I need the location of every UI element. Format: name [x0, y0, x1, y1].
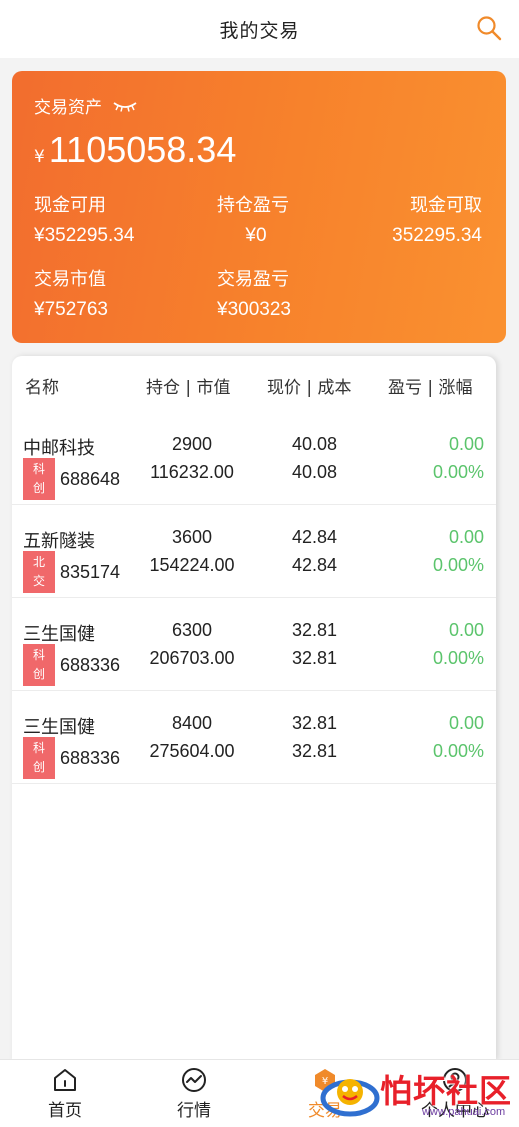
market-value: 275604.00 — [149, 741, 235, 761]
eye-closed-icon[interactable] — [112, 99, 138, 113]
table-row[interactable]: 中邮科技 科创 688648 2900 116232.00 40.08 40.0… — [12, 412, 496, 505]
holding-pl-label: 持仓盈亏 — [217, 195, 289, 216]
cash-available: 现金可用 ¥352295.34 — [34, 191, 134, 247]
cash-available-label: 现金可用 — [34, 195, 106, 216]
watermark-logo-icon — [320, 1079, 380, 1117]
tab-market[interactable]: 行情 — [144, 1066, 244, 1121]
cash-withdrawable: 现金可取 352295.34 — [392, 191, 482, 247]
market-value-value: ¥752763 — [34, 299, 108, 320]
change-percent: 0.00% — [432, 648, 484, 668]
holdings-panel: 名称 持仓 | 市值 现价 | 成本 盈亏 | 涨幅 中邮科技 科创 68864… — [12, 356, 496, 1060]
page-title: 我的交易 — [219, 19, 300, 42]
cost-price: 42.84 — [291, 555, 338, 575]
stock-name: 五新隧装 — [23, 531, 95, 552]
stock-name: 三生国健 — [23, 624, 95, 645]
stock-name: 中邮科技 — [23, 438, 95, 459]
total-assets: ¥ 1105058.34 — [34, 129, 236, 171]
asset-label: 交易资产 — [34, 98, 102, 118]
header-position: 持仓 | 市值 — [146, 378, 231, 398]
holding-pl-value: ¥0 — [245, 225, 267, 246]
trade-pl: 交易盈亏 ¥300323 — [217, 265, 291, 321]
cash-available-value: ¥352295.34 — [34, 225, 135, 246]
market-value-label: 交易市值 — [34, 269, 106, 290]
trade-pl-label: 交易盈亏 — [217, 269, 289, 290]
asset-label-row: 交易资产 — [34, 93, 138, 118]
watermark-url: www.pahuai.com — [422, 1106, 506, 1118]
table-row[interactable]: 三生国健 科创 688336 8400 275604.00 32.81 32.8… — [12, 691, 496, 784]
holding-pl: 持仓盈亏 ¥0 — [217, 191, 289, 247]
search-icon[interactable] — [475, 14, 503, 42]
current-price: 32.81 — [291, 713, 338, 733]
market-value: 206703.00 — [149, 648, 235, 668]
change-percent: 0.00% — [432, 462, 484, 482]
board-tag: 科创 — [23, 644, 55, 686]
home-icon — [54, 1069, 76, 1091]
market-value: 154224.00 — [149, 555, 235, 575]
profit-loss: 0.00 — [448, 713, 484, 733]
shares: 3600 — [171, 527, 213, 547]
profit-loss: 0.00 — [448, 527, 484, 547]
top-bar: 我的交易 — [0, 0, 519, 58]
table-row[interactable]: 三生国健 科创 688336 6300 206703.00 32.81 32.8… — [12, 598, 496, 691]
board-tag: 科创 — [23, 737, 55, 779]
stock-code: 688336 — [60, 655, 121, 675]
site-watermark: 怕坏社区 www.pahuai.com — [318, 1062, 518, 1124]
header-price: 现价 | 成本 — [267, 378, 352, 398]
stock-code: 835174 — [60, 562, 121, 582]
currency-symbol: ¥ — [34, 147, 45, 167]
header-pl: 盈亏 | 涨幅 — [388, 378, 473, 398]
current-price: 42.84 — [291, 527, 338, 547]
cost-price: 32.81 — [291, 741, 338, 761]
stock-name: 三生国健 — [23, 717, 95, 738]
market-value: 116232.00 — [150, 462, 234, 482]
market-value: 交易市值 ¥752763 — [34, 265, 108, 321]
shares: 6300 — [171, 620, 213, 640]
cost-price: 40.08 — [291, 462, 338, 482]
tab-home[interactable]: 首页 — [15, 1066, 115, 1121]
table-header: 名称 持仓 | 市值 现价 | 成本 盈亏 | 涨幅 — [12, 356, 496, 412]
tab-market-label: 行情 — [177, 1101, 211, 1121]
cost-price: 32.81 — [291, 648, 338, 668]
header-name: 名称 — [25, 378, 59, 398]
profit-loss: 0.00 — [448, 434, 484, 454]
current-price: 32.81 — [291, 620, 338, 640]
stock-code: 688648 — [60, 469, 121, 489]
trade-pl-value: ¥300323 — [217, 299, 291, 320]
asset-summary-card: 交易资产 ¥ 1105058.34 现金可用 ¥352295.34 持仓盈亏 ¥… — [12, 71, 506, 343]
current-price: 40.08 — [291, 434, 338, 454]
tab-home-label: 首页 — [48, 1101, 82, 1121]
board-tag: 科创 — [23, 458, 55, 500]
profit-loss: 0.00 — [448, 620, 484, 640]
shares: 2900 — [171, 434, 213, 454]
change-percent: 0.00% — [432, 555, 484, 575]
shares: 8400 — [171, 713, 213, 733]
cash-withdrawable-label: 现金可取 — [410, 195, 482, 216]
board-tag: 北交 — [23, 551, 55, 593]
stock-code: 688336 — [60, 748, 121, 768]
table-row[interactable]: 五新隧装 北交 835174 3600 154224.00 42.84 42.8… — [12, 505, 496, 598]
change-percent: 0.00% — [432, 741, 484, 761]
market-icon — [182, 1068, 206, 1092]
cash-withdrawable-value: 352295.34 — [392, 225, 482, 246]
total-assets-value: 1105058.34 — [48, 129, 237, 170]
